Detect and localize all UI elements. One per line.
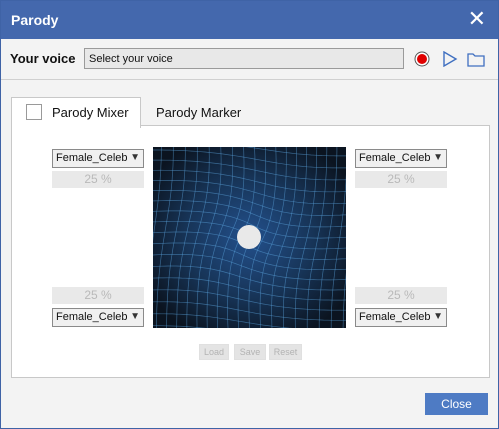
window-title: Parody bbox=[11, 12, 59, 28]
save-button[interactable]: Save bbox=[234, 344, 266, 360]
voice-row: Your voice bbox=[1, 39, 498, 80]
voice-select-top-right-value: Female_Celebrity bbox=[359, 152, 431, 164]
close-button[interactable]: Close bbox=[425, 393, 488, 415]
load-button[interactable]: Load bbox=[199, 344, 229, 360]
chevron-down-icon: ▼ bbox=[130, 152, 140, 163]
chevron-down-icon: ▼ bbox=[433, 152, 443, 163]
chevron-down-icon: ▼ bbox=[433, 311, 443, 322]
mixer-enable-checkbox[interactable] bbox=[26, 104, 42, 120]
voice-select-top-left[interactable]: Female_Celebrity ▼ bbox=[52, 149, 144, 168]
reset-button[interactable]: Reset bbox=[269, 344, 302, 360]
voice-select-field[interactable] bbox=[84, 48, 404, 69]
percent-bottom-left: 25 % bbox=[52, 287, 144, 304]
percent-bottom-right: 25 % bbox=[355, 287, 447, 304]
voice-select-bottom-right-value: Female_Celebrity bbox=[359, 311, 431, 323]
voice-select-top-right[interactable]: Female_Celebrity ▼ bbox=[355, 149, 447, 168]
tab-parody-marker-label: Parody Marker bbox=[156, 105, 242, 120]
voice-select-bottom-left-value: Female_Celebrity bbox=[56, 311, 128, 323]
close-icon[interactable]: ✕ bbox=[468, 7, 486, 31]
voice-select-bottom-right[interactable]: Female_Celebrity ▼ bbox=[355, 308, 447, 327]
tab-parody-mixer-label: Parody Mixer bbox=[52, 105, 129, 120]
mix-pad[interactable] bbox=[153, 147, 346, 328]
voice-select-top-left-value: Female_Celebrity bbox=[56, 152, 128, 164]
chevron-down-icon: ▼ bbox=[130, 311, 140, 322]
your-voice-label: Your voice bbox=[10, 51, 76, 66]
title-bar: Parody ✕ bbox=[1, 1, 498, 39]
mix-handle[interactable] bbox=[237, 225, 261, 249]
parody-dialog: Parody ✕ Your voice Parody Mixer Parody … bbox=[0, 0, 499, 429]
play-icon[interactable] bbox=[442, 51, 458, 67]
tab-parody-mixer[interactable]: Parody Mixer bbox=[11, 97, 141, 128]
percent-top-left: 25 % bbox=[52, 171, 144, 188]
warped-grid bbox=[153, 147, 346, 328]
record-icon[interactable] bbox=[414, 51, 430, 67]
folder-icon[interactable] bbox=[467, 51, 485, 67]
voice-select-bottom-left[interactable]: Female_Celebrity ▼ bbox=[52, 308, 144, 327]
tab-parody-marker[interactable]: Parody Marker bbox=[146, 97, 256, 126]
percent-top-right: 25 % bbox=[355, 171, 447, 188]
